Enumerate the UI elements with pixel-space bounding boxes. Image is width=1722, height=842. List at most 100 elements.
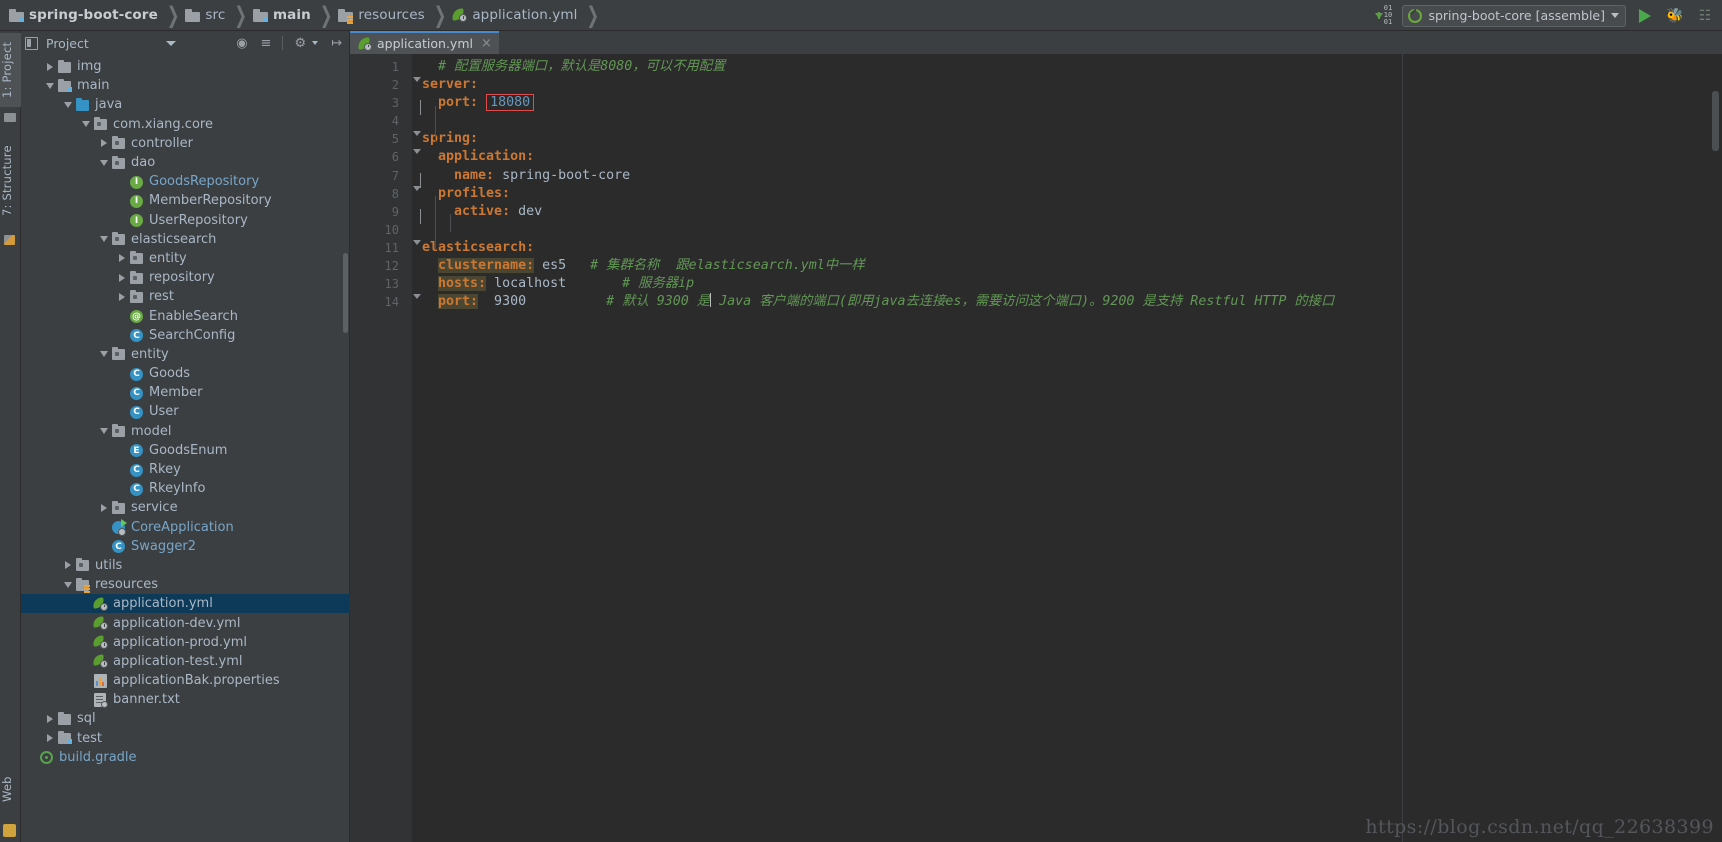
tree-item-com-xiang-core[interactable]: com.xiang.core [21,115,350,134]
tree-item-rkeyinfo[interactable]: CRkeyInfo [21,479,350,498]
tree-item-application-test-yml[interactable]: application-test.yml [21,652,350,671]
tree-item-coreapplication[interactable]: CoreApplication [21,518,350,537]
line-number[interactable]: 13 [350,275,412,293]
code-line[interactable]: # 配置服务器端口，默认是8080，可以不用配置 [412,58,1722,76]
editor-scrollbar[interactable] [1712,91,1719,151]
line-number[interactable]: 5 [350,130,412,148]
tree-item-main[interactable]: main [21,76,350,95]
chevron-right-icon[interactable] [43,709,57,728]
tree-item-build-gradle[interactable]: build.gradle [21,748,350,767]
code-content[interactable]: # 配置服务器端口，默认是8080，可以不用配置server: port: 18… [412,54,1722,842]
chevron-down-icon[interactable] [97,345,111,364]
tree-item-service[interactable]: service [21,498,350,517]
line-number[interactable]: 3 [350,94,412,112]
code-line[interactable]: profiles: [412,185,1722,203]
line-number[interactable]: 4 [350,112,412,130]
code-line[interactable]: port: 9300 # 默认 9300 是 Java 客户端的端口(即用jav… [412,293,1722,311]
code-line[interactable]: hosts: localhost # 服务器ip [412,275,1722,293]
chevron-down-icon[interactable] [61,575,75,594]
chevron-down-icon[interactable] [97,230,111,249]
chevron-right-icon[interactable] [115,287,129,306]
code-line[interactable]: clustername: es5 # 集群名称 跟elasticsearch.y… [412,257,1722,275]
line-number[interactable]: 12 [350,257,412,275]
tree-item-member[interactable]: CMember [21,383,350,402]
code-editor[interactable]: 1234567891011121314 # 配置服务器端口，默认是8080，可以… [350,54,1722,842]
tree-item-application-yml[interactable]: application.yml [21,594,350,613]
line-number[interactable]: 10 [350,221,412,239]
collapse-all-icon[interactable]: ≡ [261,36,272,51]
code-line[interactable]: server: [412,76,1722,94]
tree-item-goods[interactable]: CGoods [21,364,350,383]
tree-item-goodsrepository[interactable]: IGoodsRepository [21,172,350,191]
chevron-right-icon[interactable] [97,134,111,153]
tree-item-img[interactable]: img [21,57,350,76]
tree-item-entity[interactable]: entity [21,345,350,364]
tree-item-elasticsearch[interactable]: elasticsearch [21,230,350,249]
tree-item-searchconfig[interactable]: CSearchConfig [21,326,350,345]
tree-item-swagger2[interactable]: CSwagger2 [21,537,350,556]
code-line[interactable] [412,112,1722,130]
tree-item-rest[interactable]: rest [21,287,350,306]
line-number[interactable]: 9 [350,203,412,221]
run-play-icon[interactable] [1634,5,1656,27]
tree-item-entity[interactable]: entity [21,249,350,268]
line-number[interactable]: 6 [350,148,412,166]
project-tree[interactable]: imgmainjavacom.xiang.corecontrollerdaoIG… [21,55,350,842]
chevron-right-icon[interactable] [43,729,57,748]
tree-item-application-dev-yml[interactable]: application-dev.yml [21,613,350,632]
tree-item-java[interactable]: java [21,95,350,114]
line-number[interactable]: 1 [350,58,412,76]
tree-item-enablesearch[interactable]: @EnableSearch [21,306,350,325]
tree-item-model[interactable]: model [21,422,350,441]
run-configuration-selector[interactable]: spring-boot-core [assemble] [1402,5,1626,27]
line-number[interactable]: 8 [350,185,412,203]
sidebar-item-project[interactable]: 1: Project [0,33,21,107]
tree-item-test[interactable]: test [21,729,350,748]
sidebar-item-structure[interactable]: 7: Structure [0,135,21,227]
breadcrumb-item-main[interactable]: main [253,0,311,31]
chevron-right-icon[interactable] [115,249,129,268]
tree-item-repository[interactable]: repository [21,268,350,287]
project-tree-scrollbar[interactable] [343,253,348,333]
chevron-down-icon[interactable] [312,41,318,45]
debug-bug-icon[interactable]: 🐝 [1664,5,1686,27]
tree-item-userrepository[interactable]: IUserRepository [21,211,350,230]
code-line[interactable] [412,221,1722,239]
chevron-down-icon[interactable] [61,95,75,114]
tree-item-dao[interactable]: dao [21,153,350,172]
sidebar-item-web[interactable]: Web [0,768,21,810]
close-icon[interactable]: × [481,37,492,50]
chevron-down-icon[interactable] [79,115,93,134]
tree-item-banner-txt[interactable]: banner.txt [21,690,350,709]
settings-gear-icon[interactable]: ⚙ [294,36,306,51]
code-line[interactable]: elasticsearch: [412,239,1722,257]
line-number-gutter[interactable]: 1234567891011121314 [350,54,412,842]
code-line[interactable]: port: 18080 [412,94,1722,112]
target-icon[interactable]: ◉ [236,36,247,51]
chevron-right-icon[interactable] [43,57,57,76]
chevron-right-icon[interactable] [97,498,111,517]
tree-item-resources[interactable]: resources [21,575,350,594]
chevron-down-icon[interactable] [43,76,57,95]
chevron-down-icon[interactable] [166,41,176,46]
breadcrumb-item-resources[interactable]: resources [338,0,424,31]
tree-item-application-prod-yml[interactable]: application-prod.yml [21,633,350,652]
line-number[interactable]: 11 [350,239,412,257]
tree-item-goodsenum[interactable]: EGoodsEnum [21,441,350,460]
chevron-right-icon[interactable] [61,556,75,575]
chevron-down-icon[interactable] [1611,13,1619,18]
chevron-down-icon[interactable] [97,422,111,441]
tree-item-applicationbak-properties[interactable]: applicationBak.properties [21,671,350,690]
code-line[interactable]: application: [412,148,1722,166]
update-project-icon[interactable]: 011001 [1372,5,1394,27]
breadcrumb-item-application-yml[interactable]: application.yml [452,0,577,31]
breadcrumb-item-src[interactable]: src [185,0,225,31]
tree-item-sql[interactable]: sql [21,709,350,728]
code-line[interactable]: spring: [412,130,1722,148]
tab-application-yml[interactable]: application.yml × [350,31,499,54]
tree-item-user[interactable]: CUser [21,402,350,421]
tree-item-utils[interactable]: utils [21,556,350,575]
tree-item-rkey[interactable]: CRkey [21,460,350,479]
line-number[interactable]: 7 [350,167,412,185]
run-coverage-icon[interactable]: ☷ [1694,5,1716,27]
